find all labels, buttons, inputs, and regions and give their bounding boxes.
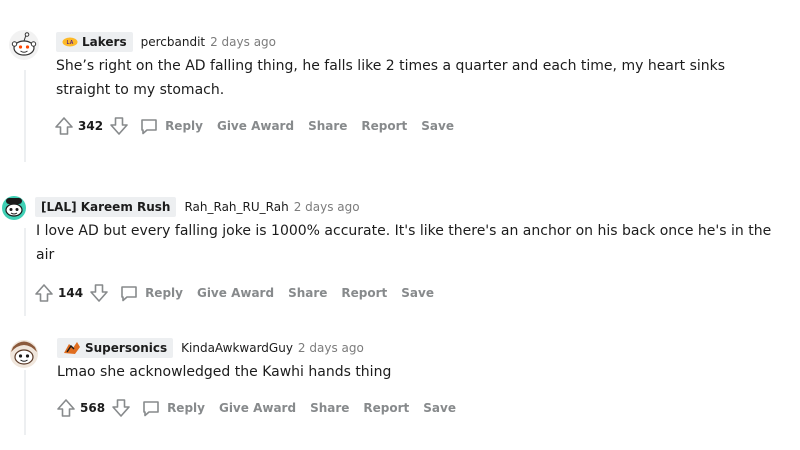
upvote-arrow-icon[interactable] — [52, 114, 76, 138]
report-button[interactable]: Report — [361, 119, 407, 133]
thread-line[interactable] — [24, 70, 26, 162]
give-award-button[interactable]: Give Award — [197, 286, 274, 300]
speech-bubble-icon — [139, 396, 163, 420]
upvote-arrow-icon[interactable] — [32, 281, 56, 305]
downvote-arrow-icon[interactable] — [87, 281, 111, 305]
comment-header: [LAL] Kareem Rush Rah_Rah_RU_Rah 2 days … — [35, 196, 360, 218]
comment-actions: 342 Reply Give Award Share Report Save — [52, 114, 468, 138]
snoo-avatar-icon — [2, 196, 26, 220]
upvote-arrow-icon[interactable] — [54, 396, 78, 420]
timestamp[interactable]: 2 days ago — [210, 35, 276, 49]
share-button[interactable]: Share — [288, 286, 327, 300]
share-button[interactable]: Share — [310, 401, 349, 415]
comment-body: I love AD but every falling joke is 1000… — [36, 223, 772, 263]
reply-label: Reply — [165, 119, 203, 133]
save-button[interactable]: Save — [401, 286, 434, 300]
comment-header: Supersonics KindaAwkwardGuy 2 days ago — [57, 337, 364, 359]
vote-score: 342 — [78, 119, 104, 133]
timestamp[interactable]: 2 days ago — [294, 200, 360, 214]
reply-label: Reply — [145, 286, 183, 300]
reply-label: Reply — [167, 401, 205, 415]
username-link[interactable]: Rah_Rah_RU_Rah — [184, 200, 288, 214]
share-button[interactable]: Share — [308, 119, 347, 133]
speech-bubble-icon — [137, 114, 161, 138]
avatar[interactable] — [8, 29, 40, 61]
report-button[interactable]: Report — [363, 401, 409, 415]
reply-button[interactable]: Reply — [111, 281, 183, 305]
timestamp[interactable]: 2 days ago — [298, 341, 364, 355]
user-flair: LA Lakers — [56, 32, 133, 52]
save-button[interactable]: Save — [423, 401, 456, 415]
reply-button[interactable]: Reply — [133, 396, 205, 420]
svg-text:LA: LA — [67, 40, 74, 46]
avatar[interactable] — [8, 338, 40, 370]
user-flair: Supersonics — [57, 338, 174, 358]
comment-header: LA Lakers percbandit 2 days ago — [56, 31, 276, 53]
comment-body: Lmao she acknowledged the Kawhi hands th… — [57, 364, 392, 380]
username-link[interactable]: KindaAwkwardGuy — [181, 341, 293, 355]
snoo-avatar-icon — [9, 30, 39, 60]
thread-line[interactable] — [24, 370, 26, 435]
give-award-button[interactable]: Give Award — [219, 401, 296, 415]
give-award-button[interactable]: Give Award — [217, 119, 294, 133]
user-flair: [LAL] Kareem Rush — [35, 197, 177, 217]
speech-bubble-icon — [117, 281, 141, 305]
flair-text: Supersonics — [85, 341, 168, 355]
save-button[interactable]: Save — [421, 119, 454, 133]
comment-actions: 144 Reply Give Award Share Report Save — [32, 281, 448, 305]
flair-text: [LAL] Kareem Rush — [41, 200, 171, 214]
comment-actions: 568 Reply Give Award Share Report Save — [54, 396, 470, 420]
downvote-arrow-icon[interactable] — [107, 114, 131, 138]
reply-button[interactable]: Reply — [131, 114, 203, 138]
avatar[interactable] — [0, 192, 30, 224]
snoo-avatar-icon — [10, 340, 38, 368]
thread-line[interactable] — [24, 228, 26, 316]
supersonics-logo-icon — [64, 342, 80, 354]
lakers-logo-icon: LA — [62, 37, 78, 47]
comment-body: She’s right on the AD falling thing, he … — [56, 58, 726, 98]
vote-score: 568 — [80, 401, 106, 415]
downvote-arrow-icon[interactable] — [109, 396, 133, 420]
vote-score: 144 — [58, 286, 84, 300]
flair-text: Lakers — [82, 35, 127, 49]
username-link[interactable]: percbandit — [141, 35, 206, 49]
report-button[interactable]: Report — [341, 286, 387, 300]
